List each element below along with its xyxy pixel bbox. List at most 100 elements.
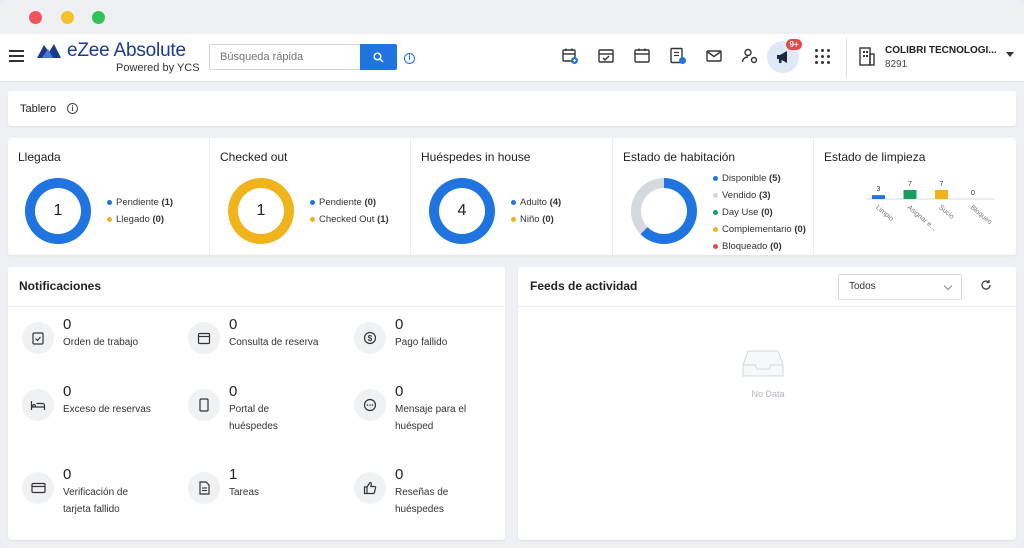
logo-subtitle: Powered by YCS [116,62,200,74]
divider [518,306,1016,307]
notification-label: Tareas [229,487,260,498]
stat-title: Huéspedes in house [421,150,531,164]
notification-count: 0 [395,466,404,483]
chart-bar[interactable] [872,195,885,199]
notification-item[interactable]: $ 0 Pago fallido [354,316,514,382]
calendar-plus-icon[interactable] [561,47,579,65]
top-nav: eZee Absolute Powered by YCS i 9+ COLIBR… [0,34,1024,82]
svg-text:$: $ [368,334,373,343]
divider [8,306,505,307]
panel-title: Feeds de actividad [530,279,638,293]
notification-label: Consulta de reserva [229,337,319,348]
chart-tick-label: Asignar e... [906,204,938,232]
legend-item[interactable]: Disponible (5) [713,170,806,187]
info-icon[interactable]: i [404,53,415,64]
search-button[interactable] [360,44,397,70]
notification-label: Orden de trabajo [63,337,139,348]
chart-bar[interactable] [935,190,948,199]
llegada-value: 1 [53,202,63,219]
thumbs-up-icon [354,472,386,504]
notification-label: Portal de huéspedes [229,404,278,432]
notification-badge: 9+ [786,39,802,50]
mail-icon[interactable] [705,47,723,65]
tablet-icon [188,389,220,421]
notification-label: Exceso de reservas [63,404,151,415]
notification-item[interactable]: 0 Portal de huéspedes [188,383,348,449]
notification-item[interactable]: 0 Consulta de reserva [188,316,348,382]
credit-card-icon [22,472,54,504]
bed-icon [22,389,54,421]
info-icon[interactable]: i [67,103,78,114]
notification-item[interactable]: 0 Exceso de reservas [22,383,182,449]
notification-item[interactable]: 1 Tareas [188,466,348,532]
refresh-icon[interactable] [980,279,992,291]
page-header: Tablero i [8,91,1016,126]
chart-data-label: 7 [908,181,912,188]
huespedes-legend: Adulto (4) Niño (0) [511,194,561,228]
app-window: eZee Absolute Powered by YCS i 9+ COLIBR… [0,0,1024,548]
huespedes-value: 4 [457,202,467,219]
notification-count: 0 [229,383,238,400]
stat-checked-out[interactable]: Checked out 1 Pendiente (0) Checked Out … [210,138,411,255]
stat-title: Estado de habitación [623,150,736,164]
legend-item[interactable]: Complementario (0) [713,221,806,238]
user-settings-icon[interactable] [741,47,759,65]
legend-item[interactable]: Vendido (3) [713,187,806,204]
stat-limpieza[interactable]: Estado de limpieza 3 Limpio 7 Asignar e... 7… [814,138,1016,255]
checked-out-legend: Pendiente (0) Checked Out (1) [310,194,389,228]
maximize-window-button[interactable] [92,11,105,24]
notification-label: Pago fallido [395,337,448,348]
legend-item[interactable]: Day Use (0) [713,204,806,221]
calendar-check-icon[interactable] [597,47,615,65]
legend-item[interactable]: Pendiente (1) [107,194,173,211]
quick-search-input[interactable] [209,44,361,70]
search-icon [373,51,384,63]
notification-item[interactable]: 0 Verificación de tarjeta fallido [22,466,182,532]
notification-count: 0 [229,316,238,333]
chart-bar[interactable] [903,190,917,199]
notification-label: Reseñas de huéspedes [395,487,449,515]
activity-feeds-panel: Feeds de actividad Todos No Data [518,267,1016,540]
hamburger-menu-icon[interactable] [9,50,24,62]
notification-item[interactable]: 0 Orden de trabajo [22,316,182,382]
stats-row: Llegada 1 Pendiente (1) Llegado (0) Chec… [8,138,1016,255]
notification-item[interactable]: 0 Reseñas de huéspedes [354,466,514,532]
invoice-icon[interactable] [669,47,687,65]
cleaning-bar-chart: 3 Limpio 7 Asignar e... 7 Sucio 0 Bloqueo [866,181,994,232]
chart-tick-label: Bloqueo [969,204,993,226]
legend-item[interactable]: Checked Out (1) [310,211,389,228]
dollar-icon: $ [354,322,386,354]
chevron-down-icon[interactable] [1006,52,1014,57]
notification-count: 0 [395,316,404,333]
notification-item[interactable]: 0 Mensaje para el huésped [354,383,514,449]
clipboard-check-icon [22,322,54,354]
legend-item[interactable]: Niño (0) [511,211,561,228]
minimize-window-button[interactable] [61,11,74,24]
llegada-legend: Pendiente (1) Llegado (0) [107,194,173,228]
chart-data-label: 3 [877,186,881,193]
hotel-name[interactable]: COLIBRI TECNOLOGI... [885,45,997,56]
stat-habitacion[interactable]: Estado de habitación Disponible (5) Vend… [613,138,814,255]
legend-item[interactable]: Bloqueado (0) [713,238,806,255]
stat-llegada[interactable]: Llegada 1 Pendiente (1) Llegado (0) [8,138,210,255]
legend-item[interactable]: Llegado (0) [107,211,173,228]
habitacion-legend: Disponible (5) Vendido (3) Day Use (0) C… [713,170,806,255]
feed-filter-select[interactable]: Todos [838,274,962,300]
apps-grid-icon[interactable] [815,49,830,64]
chart-data-label: 7 [940,181,944,188]
calendar-icon [188,322,220,354]
stat-huespedes[interactable]: Huéspedes in house 4 Adulto (4) Niño (0) [411,138,613,255]
chart-tick-label: Limpio [874,204,894,223]
notification-label: Verificación de tarjeta fallido [63,487,129,515]
calendar-icon[interactable] [633,47,651,65]
chat-icon [354,389,386,421]
legend-item[interactable]: Pendiente (0) [310,194,389,211]
logo-name: eZee Absolute [67,40,186,61]
legend-item[interactable]: Adulto (4) [511,194,561,211]
checked-out-value: 1 [256,202,266,219]
close-window-button[interactable] [29,11,42,24]
page-title: Tablero [20,103,57,115]
filter-value: Todos [849,281,876,292]
logo-mark-icon [37,44,61,58]
notifications-panel: Notificaciones 0 Orden de trabajo 0 Cons… [8,267,505,540]
